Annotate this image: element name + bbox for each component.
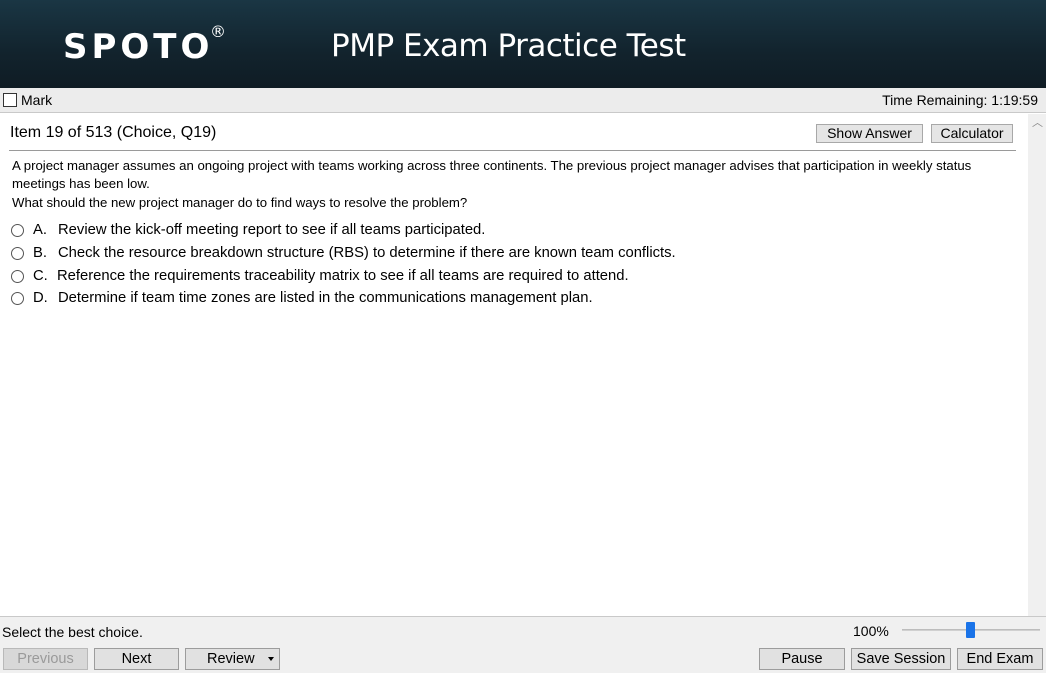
navigation-bar: Previous Next Review Pause Save Session … (0, 644, 1046, 673)
previous-button[interactable]: Previous (3, 648, 88, 670)
item-counter: Item 19 of 513 (Choice, Q19) (10, 124, 217, 141)
option-text[interactable]: Reference the requirements traceability … (57, 268, 629, 284)
mark-checkbox[interactable] (3, 93, 17, 107)
show-answer-button[interactable]: Show Answer (816, 124, 923, 143)
question-prompt: What should the new project manager do t… (12, 195, 468, 210)
pause-button[interactable]: Pause (759, 648, 845, 670)
time-remaining: Time Remaining: 1:19:59 (882, 92, 1038, 108)
mark-bar: Mark Time Remaining: 1:19:59 (0, 88, 1046, 113)
next-button[interactable]: Next (94, 648, 179, 670)
radio-button[interactable] (11, 247, 24, 260)
app-title: PMP Exam Practice Test (331, 28, 686, 64)
divider (9, 150, 1016, 151)
option-letter: B. (33, 245, 47, 261)
end-exam-button[interactable]: End Exam (957, 648, 1043, 670)
radio-button[interactable] (11, 292, 24, 305)
spoto-logo: SPOTO (63, 27, 214, 67)
scroll-up-icon[interactable]: ︿ (1032, 118, 1043, 129)
calculator-button[interactable]: Calculator (931, 124, 1013, 143)
app-header: SPOTO ® PMP Exam Practice Test (0, 0, 1046, 88)
option-text[interactable]: Check the resource breakdown structure (… (58, 245, 676, 261)
option-text[interactable]: Determine if team time zones are listed … (58, 290, 593, 306)
instruction-text: Select the best choice. (2, 624, 143, 640)
option-letter: D. (33, 290, 48, 306)
mark-label[interactable]: Mark (21, 92, 52, 108)
option-text[interactable]: Review the kick-off meeting report to se… (58, 222, 485, 238)
save-session-button[interactable]: Save Session (851, 648, 951, 670)
option-letter: C. (33, 268, 48, 284)
review-label: Review (207, 651, 255, 667)
dropdown-arrow-icon[interactable] (268, 657, 274, 661)
vertical-scrollbar[interactable]: ︿ (1028, 114, 1046, 616)
zoom-slider-thumb[interactable] (966, 622, 975, 638)
question-panel: Item 19 of 513 (Choice, Q19) Show Answer… (0, 114, 1028, 616)
registered-mark: ® (210, 22, 226, 41)
option-letter: A. (33, 222, 47, 238)
status-bar: Select the best choice. 100% (0, 616, 1046, 644)
radio-button[interactable] (11, 224, 24, 237)
radio-button[interactable] (11, 270, 24, 283)
zoom-level: 100% (853, 623, 889, 639)
question-text: A project manager assumes an ongoing pro… (12, 158, 972, 191)
review-dropdown[interactable]: Review (185, 648, 280, 670)
